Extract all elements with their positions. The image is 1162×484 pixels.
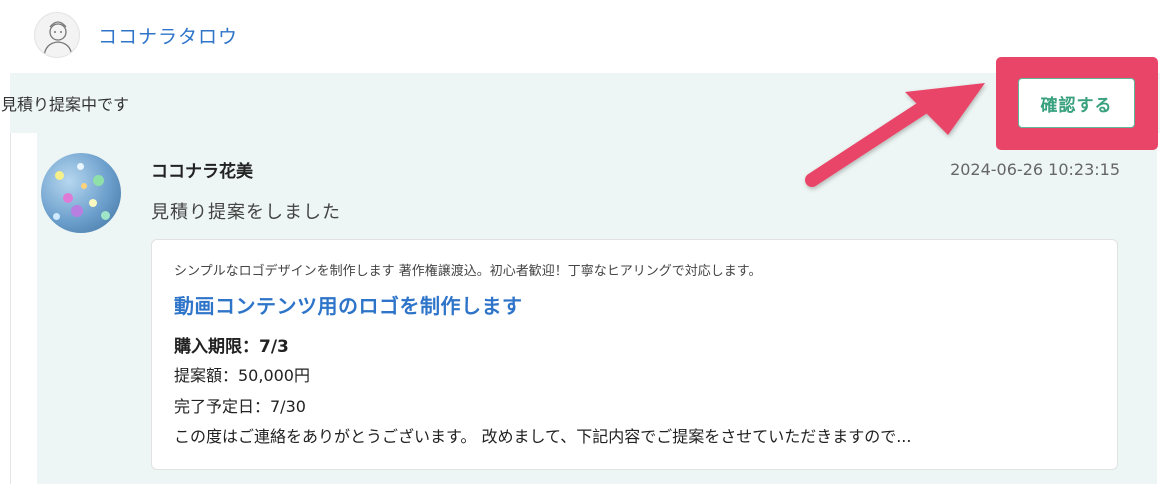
sender-name[interactable]: ココナラ花美 xyxy=(151,157,253,182)
message-text: 見積り提案をしました xyxy=(151,202,341,223)
proposal-card[interactable]: シンプルなロゴデザインを制作します 著作権譲渡込。初心者歓迎！丁寧なヒアリングで… xyxy=(151,239,1118,470)
proposal-body-text: この度はご連絡をありがとうございます。 改めまして、下記内容でご提案をさせていた… xyxy=(174,427,912,446)
sender-avatar[interactable] xyxy=(41,153,121,233)
confirm-button[interactable]: 確認する xyxy=(1018,78,1135,128)
status-bar xyxy=(10,73,1160,133)
completion-date: 完了予定日：7/30 xyxy=(174,397,306,416)
divider xyxy=(10,133,11,484)
top-user-name[interactable]: ココナラタロウ xyxy=(98,22,238,49)
top-user-row: ココナラタロウ xyxy=(0,0,1162,72)
proposal-price: 提案額：50,000円 xyxy=(174,366,310,385)
proposal-title-link[interactable]: 動画コンテンツ用のロゴを制作します xyxy=(174,290,523,319)
purchase-deadline: 購入期限：7/3 xyxy=(174,337,289,357)
service-subtitle: シンプルなロゴデザインを制作します 著作権譲渡込。初心者歓迎！丁寧なヒアリングで… xyxy=(174,264,762,279)
user-avatar-icon[interactable] xyxy=(34,12,80,58)
status-text: 見積り提案中です xyxy=(1,95,130,114)
message-timestamp: 2024-06-26 10:23:15 xyxy=(950,160,1120,179)
